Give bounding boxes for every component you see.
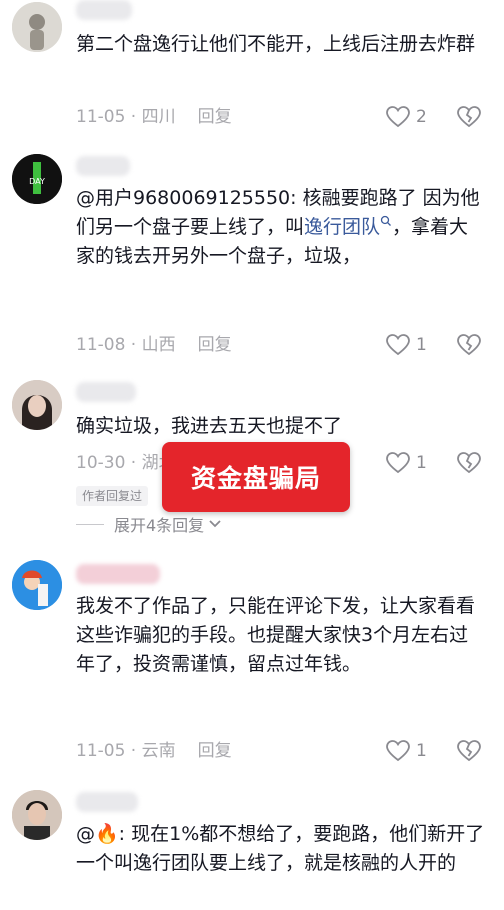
day-avatar-icon: DAY <box>12 154 62 204</box>
svg-text:DAY: DAY <box>29 177 45 186</box>
username-blurred[interactable] <box>76 382 136 402</box>
portrait-avatar-icon <box>12 380 62 430</box>
search-link[interactable]: 逸行团队 <box>304 215 392 238</box>
comment-location: 云南 <box>141 741 176 761</box>
like-button[interactable]: 1 <box>386 738 427 764</box>
mention[interactable]: @🔥: <box>76 823 125 845</box>
comment-location: 山西 <box>141 335 176 355</box>
username-blurred[interactable] <box>76 564 160 584</box>
author-replied-badge: 作者回复过 <box>76 486 149 506</box>
dislike-button[interactable] <box>456 738 482 764</box>
expand-replies-button[interactable]: 展开4条回复 <box>76 512 222 536</box>
heart-icon <box>386 334 410 356</box>
avatar[interactable] <box>12 790 62 840</box>
reply-button[interactable]: 回复 <box>198 107 232 127</box>
avatar[interactable] <box>12 560 62 610</box>
comment-date: 11-05 <box>76 107 126 127</box>
username-blurred[interactable] <box>76 156 130 176</box>
comment-meta: 11-05 · 四川 回复 <box>76 107 232 127</box>
dislike-button[interactable] <box>456 332 482 358</box>
comment-date: 11-08 <box>76 335 126 355</box>
portrait-avatar-icon <box>12 790 62 840</box>
avatar[interactable] <box>12 380 62 430</box>
comment-text: @用户9680069125550: 核融要跑路了 因为他们另一个盘子要上线了，叫… <box>76 187 480 267</box>
comment-text: @🔥: 现在1%都不想给了，要跑路，他们新开了一个叫逸行团队要上线了，就是核融的… <box>76 823 485 874</box>
username-blurred[interactable] <box>76 792 138 812</box>
comment-meta: 11-08 · 山西 回复 <box>76 335 232 355</box>
expand-replies-label: 展开4条回复 <box>114 516 205 535</box>
comment-meta: 11-05 · 云南 回复 <box>76 741 232 761</box>
cartoon-avatar-icon <box>12 560 62 610</box>
broken-heart-icon <box>457 106 481 128</box>
comment-text: 确实垃圾，我进去五天也提不了 <box>76 415 343 437</box>
search-icon <box>380 215 391 226</box>
chevron-down-icon <box>209 520 221 528</box>
avatar[interactable]: DAY <box>12 154 62 204</box>
heart-icon <box>386 452 410 474</box>
like-button[interactable]: 1 <box>386 450 427 476</box>
comment-date: 11-05 <box>76 741 126 761</box>
like-count: 1 <box>416 741 427 761</box>
comment-location: 四川 <box>141 107 176 127</box>
broken-heart-icon <box>457 334 481 356</box>
scam-warning-overlay: 资金盘骗局 <box>162 442 350 512</box>
reply-button[interactable]: 回复 <box>198 741 232 761</box>
broken-heart-icon <box>457 452 481 474</box>
like-button[interactable]: 1 <box>386 332 427 358</box>
like-button[interactable]: 2 <box>386 104 427 130</box>
portrait-avatar-icon <box>12 2 62 52</box>
comment-date: 10-30 <box>76 453 126 473</box>
avatar[interactable] <box>12 2 62 52</box>
heart-icon <box>386 740 410 762</box>
comment-text: 第二个盘逸行让他们不能开，上线后注册去炸群 <box>76 33 476 55</box>
comment-text: 我发不了作品了，只能在评论下发，让大家看看这些诈骗犯的手段。也提醒大家快3个月左… <box>76 595 476 675</box>
reply-button[interactable]: 回复 <box>198 335 232 355</box>
like-count: 1 <box>416 335 427 355</box>
like-count: 2 <box>416 107 427 127</box>
dislike-button[interactable] <box>456 450 482 476</box>
mention[interactable]: @用户9680069125550: <box>76 187 297 209</box>
dislike-button[interactable] <box>456 104 482 130</box>
like-count: 1 <box>416 453 427 473</box>
heart-icon <box>386 106 410 128</box>
username-blurred[interactable] <box>76 0 132 20</box>
broken-heart-icon <box>457 740 481 762</box>
divider <box>76 523 104 525</box>
